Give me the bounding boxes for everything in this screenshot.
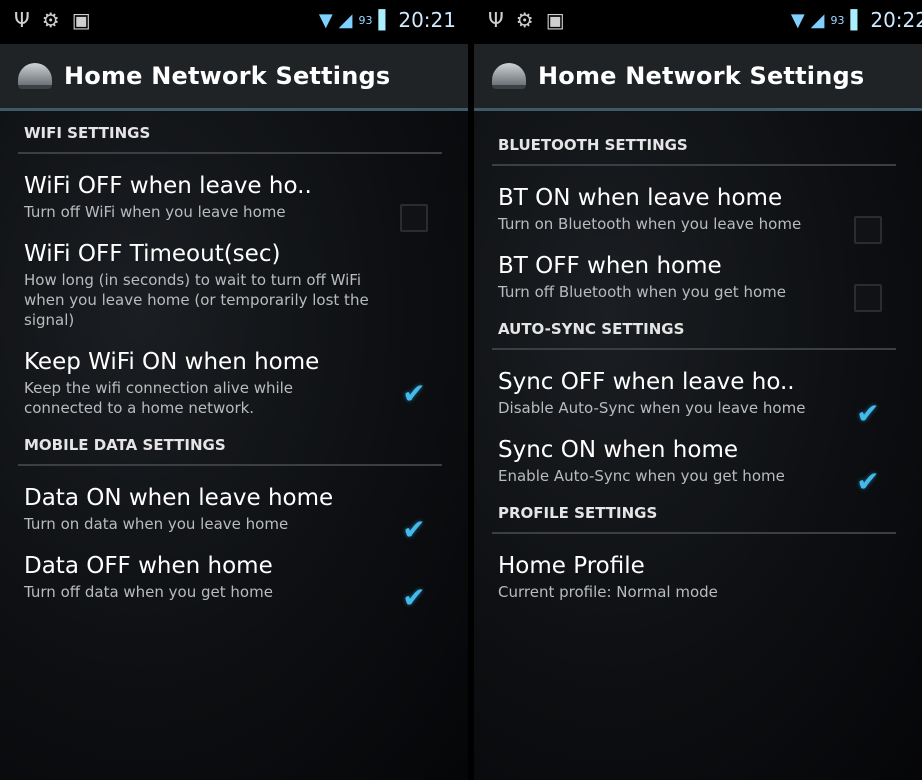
action-bar: Home Network Settings bbox=[0, 44, 468, 111]
preference-checkbox[interactable]: ✔ bbox=[854, 400, 882, 428]
preference-item[interactable]: Sync ON when home Enable Auto-Sync when y… bbox=[492, 430, 896, 498]
app-icon[interactable] bbox=[18, 63, 52, 89]
preference-summary: Turn on Bluetooth when you leave home bbox=[498, 215, 802, 233]
preference-summary: Current profile: Normal mode bbox=[498, 583, 718, 601]
preference-summary: Turn off Bluetooth when you get home bbox=[498, 283, 786, 301]
preference-title: Home Profile bbox=[498, 553, 645, 579]
preference-item[interactable]: Sync OFF when leave ho.. Disable Auto-Syn… bbox=[492, 362, 896, 430]
preference-title: BT ON when leave home bbox=[498, 185, 783, 211]
preference-title: Data ON when leave home bbox=[24, 485, 334, 511]
settings-screen-right: Ψ ⚙ ▣ ▼ ◢ 93 ▌ 20:22 Home Network Settin… bbox=[474, 0, 922, 780]
battery-icon: ▌ bbox=[850, 9, 865, 31]
settings-screen-left: Ψ ⚙ ▣ ▼ ◢ 93 ▌ 20:21 Home Network Settin… bbox=[0, 0, 468, 780]
wifi-icon: ▼ bbox=[790, 9, 805, 31]
preference-checkbox[interactable] bbox=[854, 216, 882, 244]
preference-summary: Enable Auto-Sync when you get home bbox=[498, 467, 785, 485]
app-notification-icon: ⚙ bbox=[41, 8, 60, 32]
preference-summary: Turn off WiFi when you leave home bbox=[24, 203, 286, 221]
preference-title: WiFi OFF when leave ho.. bbox=[24, 173, 312, 199]
check-icon: ✔ bbox=[402, 513, 426, 546]
preference-title: Sync OFF when leave ho.. bbox=[498, 369, 795, 395]
preference-item[interactable]: WiFi OFF when leave ho.. Turn off WiFi wh… bbox=[18, 166, 442, 234]
preference-checkbox[interactable]: ✔ bbox=[400, 516, 428, 544]
gallery-icon: ▣ bbox=[545, 8, 565, 32]
wifi-icon: ▼ bbox=[318, 9, 333, 31]
signal-icon: ◢ bbox=[338, 9, 353, 31]
preference-checkbox[interactable] bbox=[400, 204, 428, 232]
gallery-icon: ▣ bbox=[71, 8, 91, 32]
status-bar: Ψ ⚙ ▣ ▼ ◢ 93 ▌ 20:21 bbox=[0, 0, 468, 44]
preference-item[interactable]: Data ON when leave home Turn on data when… bbox=[18, 478, 442, 546]
preference-checkbox[interactable]: ✔ bbox=[400, 584, 428, 612]
check-icon: ✔ bbox=[402, 581, 426, 614]
preference-summary: Disable Auto-Sync when you leave home bbox=[498, 399, 806, 417]
preference-summary: How long (in seconds) to wait to turn of… bbox=[24, 271, 369, 329]
section-header: MOBILE DATA SETTINGS bbox=[18, 430, 442, 466]
app-icon[interactable] bbox=[492, 63, 526, 89]
preference-checkbox[interactable] bbox=[854, 284, 882, 312]
preference-title: Data OFF when home bbox=[24, 553, 273, 579]
battery-icon: ▌ bbox=[378, 9, 393, 31]
section-header: BLUETOOTH SETTINGS bbox=[492, 130, 896, 166]
section-header: PROFILE SETTINGS bbox=[492, 498, 896, 534]
clock: 20:21 bbox=[398, 8, 456, 32]
preference-summary: Keep the wifi connection alive while con… bbox=[24, 379, 294, 417]
action-bar: Home Network Settings bbox=[474, 44, 922, 111]
preference-item[interactable]: BT OFF when home Turn off Bluetooth when … bbox=[492, 246, 896, 314]
battery-percent: 93 bbox=[358, 13, 373, 27]
preference-item[interactable]: Keep WiFi ON when home Keep the wifi conn… bbox=[18, 342, 442, 430]
preference-item[interactable]: Home Profile Current profile: Normal mode bbox=[492, 546, 896, 614]
check-icon: ✔ bbox=[856, 397, 880, 430]
preference-checkbox[interactable]: ✔ bbox=[400, 380, 428, 408]
preference-title: Keep WiFi ON when home bbox=[24, 349, 320, 375]
app-title: Home Network Settings bbox=[538, 62, 865, 90]
preference-checkbox[interactable]: ✔ bbox=[854, 468, 882, 496]
preference-list: WIFI SETTINGS WiFi OFF when leave ho.. Tur… bbox=[18, 118, 442, 614]
check-icon: ✔ bbox=[402, 377, 426, 410]
battery-percent: 93 bbox=[830, 13, 845, 27]
section-header: WIFI SETTINGS bbox=[18, 118, 442, 154]
preference-title: WiFi OFF Timeout(sec) bbox=[24, 241, 281, 267]
signal-icon: ◢ bbox=[810, 9, 825, 31]
section-header: AUTO-SYNC SETTINGS bbox=[492, 314, 896, 350]
preference-title: BT OFF when home bbox=[498, 253, 722, 279]
preference-summary: Turn off data when you get home bbox=[24, 583, 273, 601]
preference-item[interactable]: WiFi OFF Timeout(sec) How long (in second… bbox=[18, 234, 442, 342]
usb-icon: Ψ bbox=[488, 8, 504, 32]
preference-summary: Turn on data when you leave home bbox=[24, 515, 289, 533]
preference-item[interactable]: Data OFF when home Turn off data when you… bbox=[18, 546, 442, 614]
clock: 20:22 bbox=[870, 8, 922, 32]
app-title: Home Network Settings bbox=[64, 62, 391, 90]
app-notification-icon: ⚙ bbox=[515, 8, 534, 32]
usb-icon: Ψ bbox=[14, 8, 30, 32]
preference-list: BLUETOOTH SETTINGS BT ON when leave home T… bbox=[492, 130, 896, 614]
check-icon: ✔ bbox=[856, 465, 880, 498]
status-bar: Ψ ⚙ ▣ ▼ ◢ 93 ▌ 20:22 bbox=[474, 0, 922, 44]
preference-item[interactable]: BT ON when leave home Turn on Bluetooth w… bbox=[492, 178, 896, 246]
preference-title: Sync ON when home bbox=[498, 437, 738, 463]
